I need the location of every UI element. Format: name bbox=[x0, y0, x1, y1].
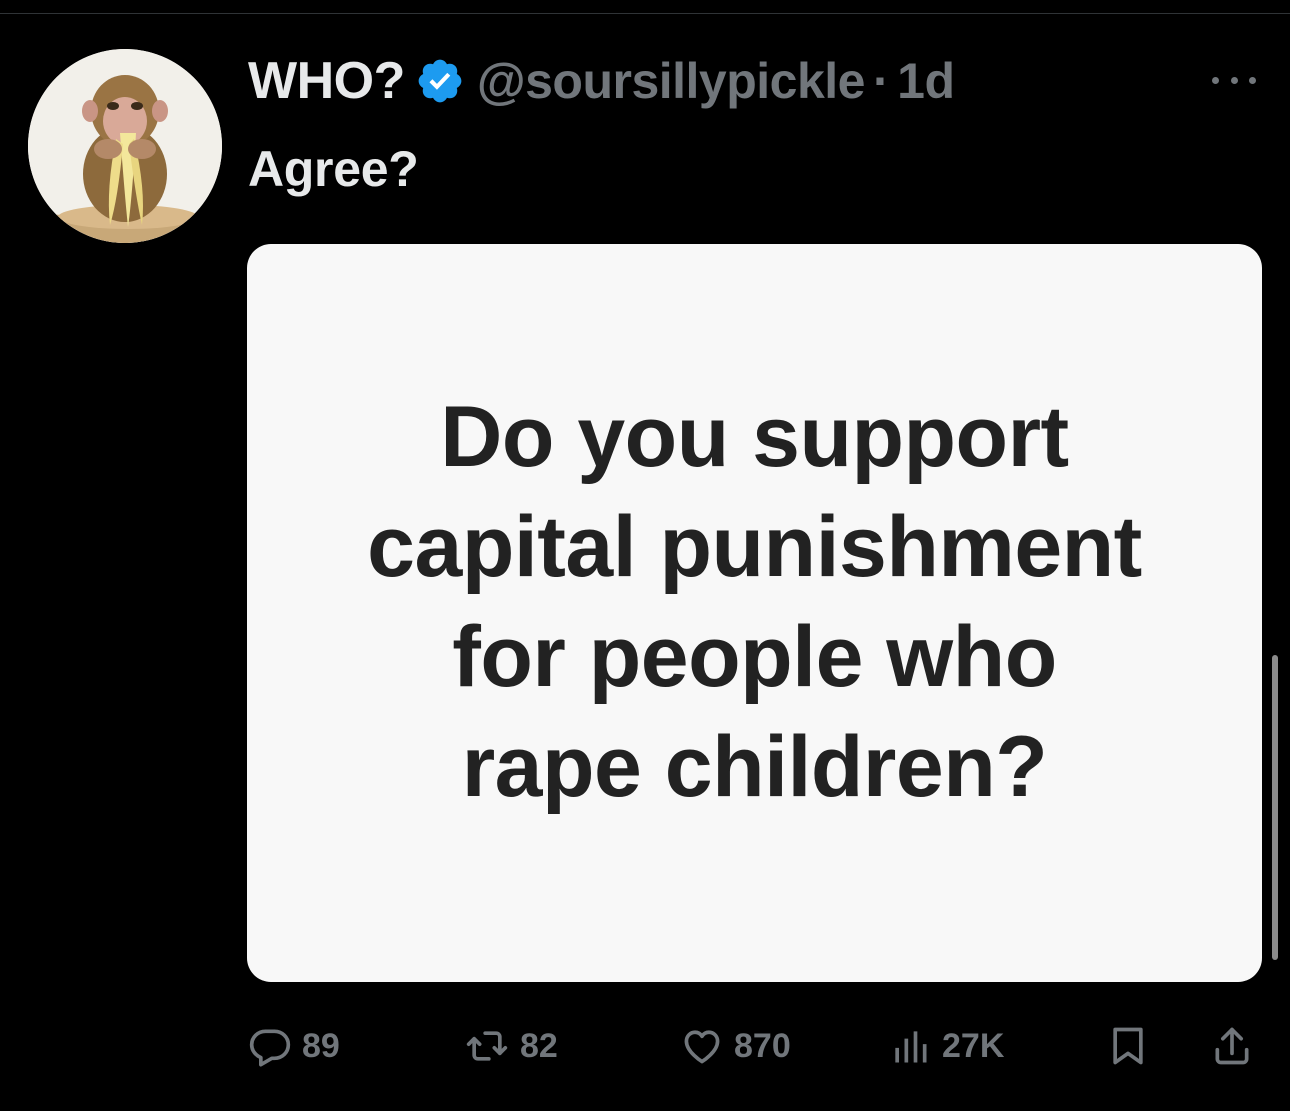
bookmark-icon bbox=[1113, 1027, 1143, 1065]
verified-badge-icon bbox=[415, 56, 465, 106]
media-line: capital punishment bbox=[367, 499, 1142, 595]
heart-icon bbox=[684, 1030, 720, 1064]
views-count: 27K bbox=[942, 1026, 1005, 1065]
display-name[interactable]: WHO? bbox=[248, 51, 405, 111]
repost-button[interactable]: 82 bbox=[464, 1020, 558, 1072]
timestamp[interactable]: 1d bbox=[897, 52, 955, 110]
media-text: Do you support capital punishment for pe… bbox=[247, 382, 1262, 822]
media-line: for people who bbox=[452, 609, 1057, 705]
action-bar: 89 82 870 27K bbox=[248, 1020, 1260, 1072]
share-button[interactable] bbox=[1210, 1020, 1254, 1072]
separator-dot: · bbox=[873, 53, 890, 109]
share-icon bbox=[1215, 1027, 1249, 1065]
reply-icon bbox=[249, 1029, 291, 1067]
monkey-avatar-icon bbox=[28, 49, 222, 243]
more-icon[interactable] bbox=[1212, 72, 1256, 88]
reply-button[interactable]: 89 bbox=[248, 1020, 340, 1072]
top-divider bbox=[0, 13, 1290, 14]
tweet-header: WHO? @soursillypickle · 1d bbox=[248, 50, 955, 112]
repost-count: 82 bbox=[520, 1026, 558, 1065]
bookmark-button[interactable] bbox=[1106, 1020, 1150, 1072]
like-button[interactable]: 870 bbox=[680, 1020, 791, 1072]
tweet-text: Agree? bbox=[248, 141, 419, 197]
scrollbar[interactable] bbox=[1272, 655, 1278, 960]
more-dot bbox=[1212, 76, 1219, 84]
more-dot bbox=[1249, 76, 1256, 84]
views-button[interactable]: 27K bbox=[888, 1020, 1004, 1072]
tweet-media-image[interactable]: Do you support capital punishment for pe… bbox=[247, 244, 1262, 982]
more-dot bbox=[1230, 76, 1238, 84]
repost-icon bbox=[466, 1031, 508, 1061]
media-line: Do you support bbox=[440, 389, 1069, 485]
handle[interactable]: @soursillypickle bbox=[477, 52, 866, 110]
like-count: 870 bbox=[734, 1026, 791, 1065]
avatar[interactable] bbox=[28, 49, 222, 243]
reply-count: 89 bbox=[302, 1026, 340, 1065]
views-chart-icon bbox=[895, 1031, 927, 1063]
media-line: rape children? bbox=[461, 719, 1048, 815]
